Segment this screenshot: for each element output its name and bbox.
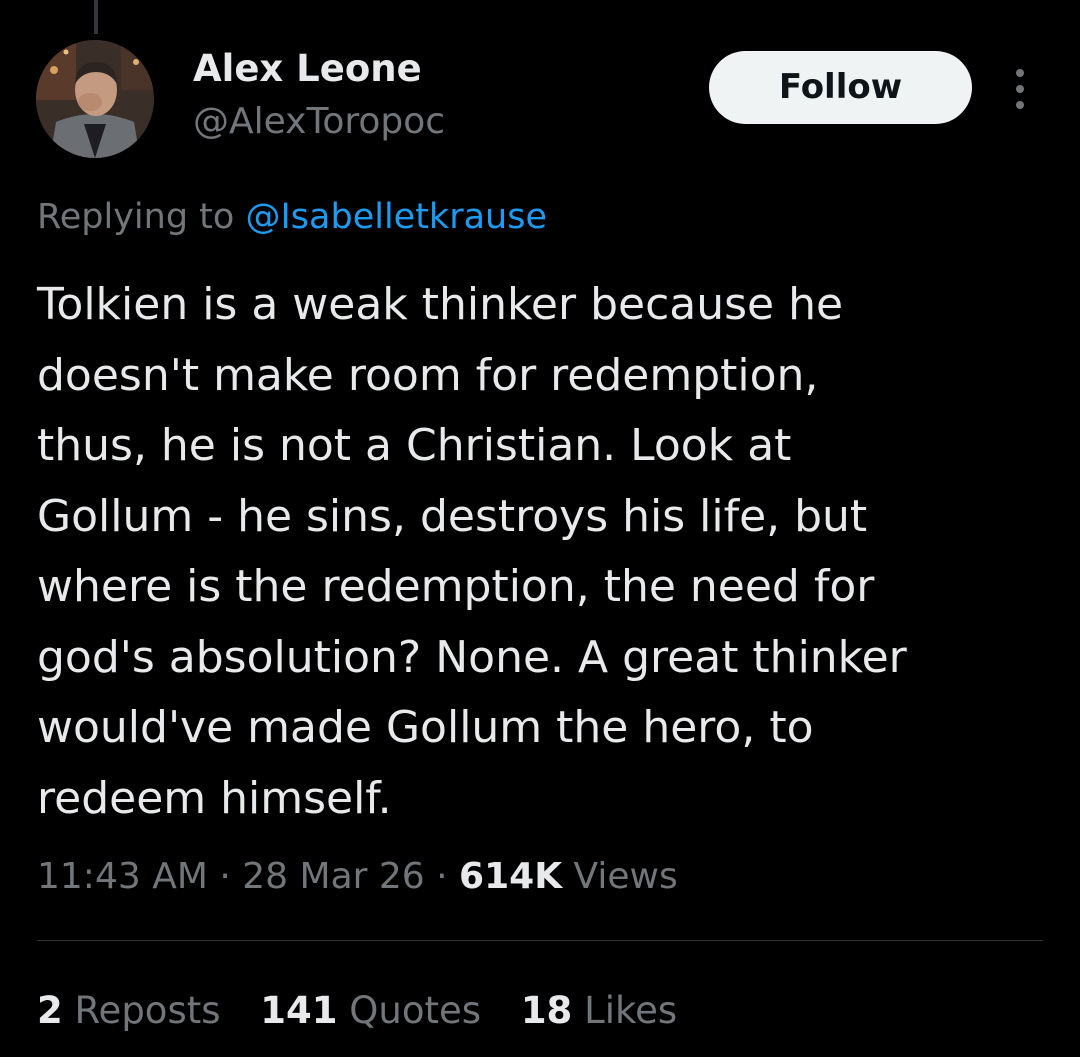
meta-separator: · (436, 856, 448, 897)
reposts-stat[interactable]: 2 Reposts (37, 986, 221, 1036)
reposts-count: 2 (37, 989, 63, 1032)
more-vertical-icon[interactable] (1003, 64, 1037, 114)
likes-stat[interactable]: 18 Likes (521, 986, 677, 1036)
likes-label: Likes (584, 989, 678, 1032)
reply-context: Replying to @Isabelletkrause (37, 194, 547, 240)
tweet-text: Tolkien is a weak thinker because he doe… (37, 279, 907, 824)
thread-connector-line (94, 0, 98, 34)
quotes-count: 141 (260, 989, 338, 1032)
likes-count: 18 (520, 989, 573, 1032)
avatar[interactable] (36, 40, 154, 158)
reply-mention-link[interactable]: @Isabelletkrause (245, 197, 547, 237)
author-display-name[interactable]: Alex Leone (193, 47, 422, 91)
tweet-date[interactable]: 28 Mar 26 (242, 856, 424, 897)
meta-separator: · (219, 856, 231, 897)
quotes-stat[interactable]: 141 Quotes (260, 986, 481, 1036)
tweet-time[interactable]: 11:43 AM (37, 856, 208, 897)
views-count: 614K (459, 856, 563, 897)
quotes-label: Quotes (349, 989, 482, 1032)
profile-photo-icon (36, 40, 154, 158)
views-label: Views (573, 856, 678, 897)
reply-context-prefix: Replying to (37, 197, 235, 237)
reposts-label: Reposts (74, 989, 221, 1032)
tweet-meta: 11:43 AM · 28 Mar 26 · 614K Views (37, 852, 678, 902)
follow-button[interactable]: Follow (709, 51, 972, 124)
engagement-stats: 2 Reposts 141 Quotes 18 Likes (37, 986, 705, 1036)
divider (37, 940, 1043, 941)
author-handle[interactable]: @AlexToropoc (193, 100, 445, 144)
